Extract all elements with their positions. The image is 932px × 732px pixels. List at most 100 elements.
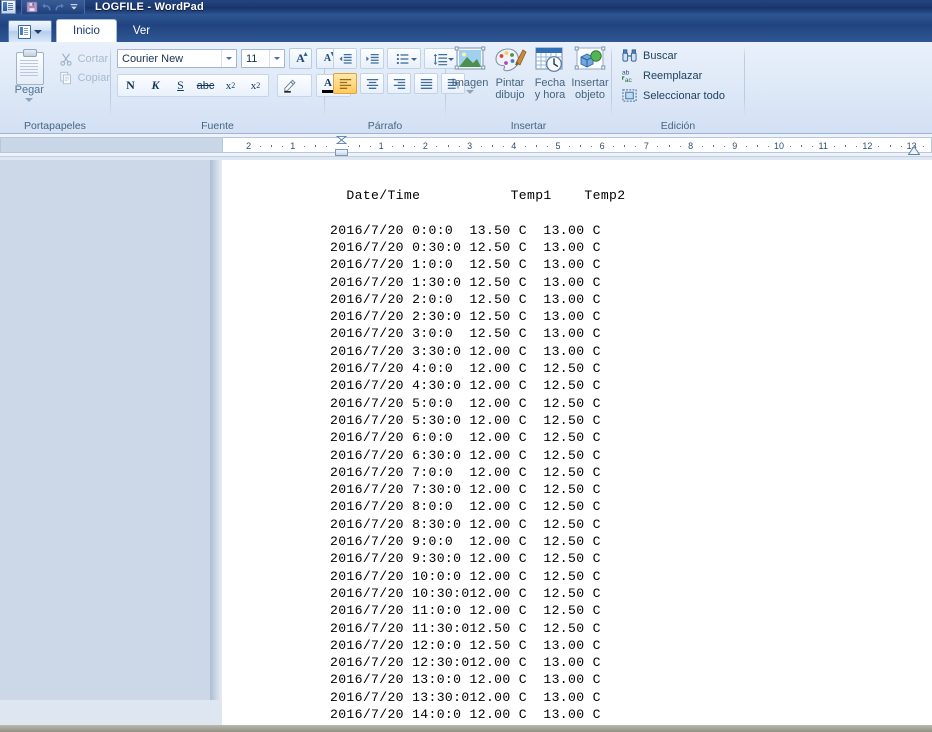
chevron-down-icon (25, 98, 34, 102)
ruler[interactable]: 2 1 1 2 3 4 5 6 7 8 9 10 11 12 13 (0, 134, 932, 157)
chevron-down-icon[interactable] (269, 50, 284, 67)
find-button[interactable]: Buscar (622, 48, 677, 63)
highlight-color-dropdown[interactable] (300, 75, 311, 96)
redo-icon[interactable] (54, 1, 66, 13)
paste-icon (14, 49, 45, 85)
quick-access-toolbar[interactable] (21, 0, 85, 14)
ruler-tick (314, 145, 316, 147)
ruler-tick (414, 146, 416, 147)
insert-picture-button[interactable]: Imagen (450, 45, 490, 94)
select-all-button[interactable]: Seleccionar todo (622, 88, 725, 103)
right-indent-marker[interactable] (908, 146, 920, 155)
align-right-button[interactable] (387, 73, 411, 94)
chevron-down-icon[interactable] (221, 50, 236, 67)
highlighter-icon (283, 79, 296, 93)
undo-icon[interactable] (40, 1, 52, 13)
decrease-indent-button[interactable] (333, 48, 357, 69)
ruler-tick (569, 146, 571, 147)
window-title: LOGFILE - WordPad (95, 1, 204, 13)
ruler-tick (447, 145, 449, 147)
document-text[interactable]: Date/Time Temp1 Temp2 2016/7/20 0:0:0 13… (330, 187, 625, 725)
document-page[interactable]: Date/Time Temp1 Temp2 2016/7/20 0:0:0 13… (222, 160, 932, 725)
ruler-tick (281, 146, 283, 147)
insert-picture-label: Imagen (451, 77, 489, 89)
subscript-mark: 2 (231, 81, 236, 90)
increase-indent-icon (365, 53, 379, 64)
ruler-tick (591, 146, 593, 147)
ruler-tick-label: 1 (378, 141, 384, 151)
document-area: Date/Time Temp1 Temp2 2016/7/20 0:0:0 13… (0, 160, 932, 725)
caret-up-icon: ▲ (302, 50, 309, 58)
chevron-down-icon (34, 29, 42, 34)
group-separator (744, 46, 745, 117)
bullets-button[interactable] (387, 48, 421, 69)
strikethrough-button[interactable]: abc (193, 75, 218, 96)
ruler-tick (756, 145, 758, 147)
ruler-tick-label: 11 (818, 141, 828, 151)
ruler-tick (812, 146, 814, 147)
ruler-tick-label: 7 (643, 141, 649, 151)
ruler-tick-label: 1 (290, 141, 296, 151)
select-all-label: Seleccionar todo (643, 89, 725, 102)
ruler-tick (491, 145, 493, 147)
chevron-down-icon[interactable] (411, 58, 417, 61)
binoculars-icon (622, 49, 637, 62)
justify-button[interactable] (414, 73, 438, 94)
paint-drawing-button[interactable]: Pintar dibujo (490, 45, 530, 101)
align-center-button[interactable] (360, 73, 384, 94)
bold-button[interactable]: N (118, 75, 143, 96)
highlight-color-button[interactable] (278, 75, 300, 96)
canvas-left-gutter (0, 160, 222, 725)
left-indent-marker[interactable] (335, 149, 348, 156)
increase-indent-button[interactable] (360, 48, 384, 69)
underline-button[interactable]: S (168, 75, 193, 96)
customize-qat-icon[interactable] (68, 1, 80, 13)
ruler-tick (856, 146, 858, 147)
ruler-tick-label: 3 (467, 141, 473, 151)
font-size-value: 11 (246, 52, 258, 65)
save-icon[interactable] (26, 1, 38, 13)
ruler-tick (889, 145, 891, 147)
ruler-tick (348, 146, 350, 147)
tab-ver[interactable]: Ver (117, 20, 166, 42)
group-label-editing: Edición (660, 120, 696, 132)
app-menu-button[interactable] (8, 20, 52, 42)
ruler-tick-label: 12 (862, 141, 873, 151)
ruler-tick (392, 146, 394, 147)
paste-label: Pegar (14, 84, 44, 96)
tab-inicio[interactable]: Inicio (56, 19, 117, 42)
paste-button[interactable]: Pegar (3, 47, 55, 102)
ruler-tick (403, 145, 405, 147)
font-name-combo[interactable]: Courier New (117, 49, 237, 68)
italic-button[interactable]: K (143, 75, 168, 96)
ruler-tick (270, 145, 272, 147)
ruler-tick (502, 146, 504, 147)
ruler-tick (635, 146, 637, 147)
superscript-button[interactable]: x2 (243, 75, 268, 96)
replace-button[interactable]: ab ac Reemplazar (622, 68, 702, 84)
group-label-clipboard: Portapapeles (24, 120, 86, 132)
app-menu-doc-icon (18, 24, 31, 39)
justify-icon (420, 78, 432, 89)
ruler-tick (922, 146, 924, 147)
ruler-tick (767, 146, 769, 147)
app-icon (1, 0, 16, 14)
cut-button[interactable]: Cortar (59, 52, 110, 66)
scissors-icon (59, 53, 72, 66)
ruler-tick (359, 145, 361, 147)
ruler-tick (712, 145, 714, 147)
align-left-button[interactable] (333, 73, 357, 94)
ruler-tick (259, 146, 261, 147)
font-size-combo[interactable]: 11 (241, 49, 285, 68)
insert-object-button[interactable]: Insertar objeto (570, 45, 610, 101)
first-line-indent-marker[interactable] (336, 136, 347, 144)
ruler-tick (834, 146, 836, 147)
insert-object-icon (573, 46, 607, 76)
grow-font-button[interactable]: A ▲ (289, 48, 312, 69)
ruler-track[interactable]: 2 1 1 2 3 4 5 6 7 8 9 10 11 12 13 (222, 137, 932, 153)
svg-text:ac: ac (625, 77, 633, 83)
ribbon-group-paragraph: ¶ Párrafo (325, 42, 465, 134)
date-time-button[interactable]: Fecha y hora (530, 45, 570, 101)
subscript-button[interactable]: x2 (218, 75, 243, 96)
copy-button[interactable]: Copiar (59, 71, 110, 85)
